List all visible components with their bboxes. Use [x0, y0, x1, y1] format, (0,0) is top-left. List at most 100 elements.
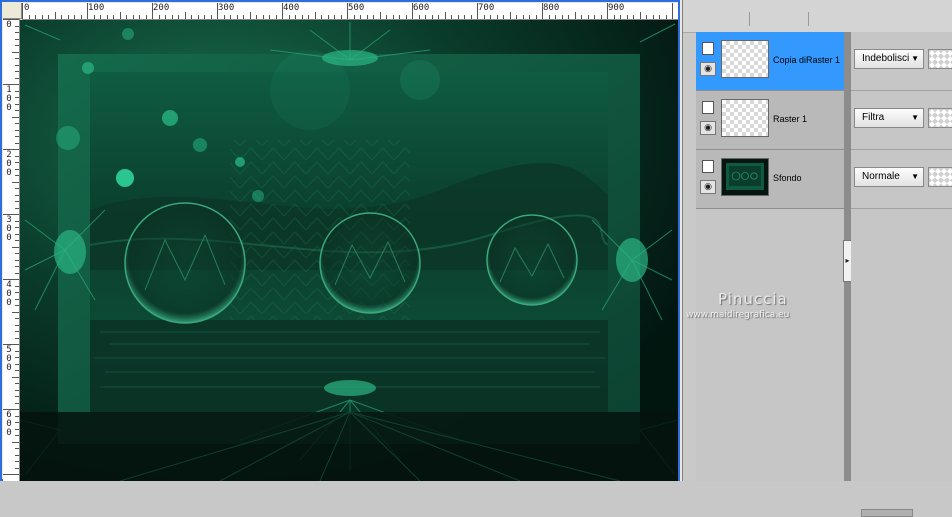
ruler-tick	[633, 15, 634, 19]
ruler-tick	[159, 15, 160, 19]
layer-controls: ◉	[699, 40, 717, 84]
ruler-label: 300	[218, 3, 235, 13]
ruler-tick	[399, 15, 400, 19]
ruler-tick	[568, 15, 569, 19]
ruler-tick	[3, 474, 19, 475]
ruler-tick	[15, 208, 19, 209]
layer-properties-row: Filtra ▼	[851, 91, 952, 150]
ruler-tick	[15, 357, 19, 358]
ruler-tick	[3, 19, 19, 20]
ruler-tick	[289, 15, 290, 19]
ruler-tick	[12, 52, 19, 53]
ruler-tick	[12, 182, 19, 183]
ruler-tick	[15, 318, 19, 319]
ruler-tick	[12, 117, 19, 118]
ruler-tick	[12, 247, 19, 248]
ruler-tick	[217, 3, 218, 19]
ruler-tick	[68, 15, 69, 19]
layer-row-sfondo[interactable]: ◉ Sfondo	[696, 150, 844, 209]
ruler-tick	[15, 169, 19, 170]
ruler-tick	[29, 15, 30, 19]
ruler-tick	[477, 3, 478, 19]
ruler-tick	[334, 15, 335, 19]
layer-row-raster-1[interactable]: ◉ Raster 1	[696, 91, 844, 150]
ruler-tick	[191, 15, 192, 19]
ruler-label: 5 0 0	[6, 345, 12, 373]
ruler-tick	[22, 3, 23, 19]
layer-row-copia-di-raster-1[interactable]: ◉ Copia diRaster 1	[696, 32, 844, 91]
ruler-tick	[94, 15, 95, 19]
ruler-tick	[15, 435, 19, 436]
ruler-tick	[536, 15, 537, 19]
ruler-tick	[198, 15, 199, 19]
ruler-tick	[393, 15, 394, 19]
ruler-tick	[15, 71, 19, 72]
ruler-tick	[15, 383, 19, 384]
image-window: 0 100 200 300 400 500 600 700 800 900 0 …	[0, 0, 683, 481]
eye-icon[interactable]: ◉	[700, 121, 716, 135]
ruler-tick	[126, 15, 127, 19]
ruler-tick	[594, 15, 595, 19]
ruler-tick	[15, 32, 19, 33]
ruler-tick	[458, 15, 459, 19]
ruler-tick	[302, 15, 303, 19]
ruler-tick	[373, 15, 374, 19]
ruler-tick	[432, 15, 433, 19]
ruler-tick	[607, 3, 608, 19]
ruler-tick	[15, 227, 19, 228]
ruler-tick	[15, 461, 19, 462]
layer-name[interactable]: Sfondo	[773, 173, 802, 183]
blend-mode-select[interactable]: Indebolisci ▼	[854, 49, 924, 69]
eye-icon[interactable]: ◉	[700, 62, 716, 76]
layer-thumbnail	[721, 99, 769, 137]
blend-mode-value: Normale	[862, 171, 900, 182]
ruler-tick	[503, 15, 504, 19]
ruler-tick	[12, 377, 19, 378]
ruler-tick	[15, 45, 19, 46]
blend-mode-select[interactable]: Normale ▼	[854, 167, 924, 187]
opacity-swatch[interactable]	[928, 108, 952, 128]
ruler-tick	[471, 15, 472, 19]
ruler-tick	[15, 286, 19, 287]
ruler-tick	[269, 15, 270, 19]
ruler-tick	[15, 351, 19, 352]
ruler-tick	[139, 15, 140, 19]
ruler-tick	[15, 97, 19, 98]
panel-bottom-tab[interactable]	[861, 509, 913, 517]
ruler-tick	[601, 15, 602, 19]
ruler-tick	[15, 416, 19, 417]
ruler-tick	[15, 78, 19, 79]
blend-mode-select[interactable]: Filtra ▼	[854, 108, 924, 128]
ruler-tick	[588, 15, 589, 19]
dropdown-arrow-icon: ▼	[911, 113, 919, 122]
ruler-tick	[15, 162, 19, 163]
ruler-tick	[627, 15, 628, 19]
watermark-url: www.maidiregrafica.eu	[686, 310, 790, 320]
ruler-tick	[15, 370, 19, 371]
ruler-tick	[672, 3, 673, 19]
ruler-tick	[542, 3, 543, 19]
ruler-tick	[438, 15, 439, 19]
layer-properties-column: Indebolisci ▼ Filtra ▼ Normale ▼	[851, 32, 952, 517]
ruler-tick	[250, 12, 251, 19]
ruler-tick	[523, 15, 524, 19]
ruler-tick	[15, 195, 19, 196]
image-canvas[interactable]	[20, 20, 678, 481]
ruler-tick	[35, 15, 36, 19]
ruler-tick	[555, 15, 556, 19]
ruler-tick	[15, 221, 19, 222]
ruler-tick	[15, 143, 19, 144]
ruler-tick	[15, 422, 19, 423]
layer-name[interactable]: Copia diRaster 1	[773, 55, 840, 65]
eye-icon[interactable]: ◉	[700, 180, 716, 194]
ruler-tick	[321, 15, 322, 19]
ruler-label: 900	[608, 3, 625, 13]
ruler-tick	[646, 15, 647, 19]
ruler-tick	[380, 12, 381, 19]
layer-name[interactable]: Raster 1	[773, 114, 807, 124]
opacity-swatch[interactable]	[928, 167, 952, 187]
ruler-tick	[15, 292, 19, 293]
ruler-tick	[100, 15, 101, 19]
ruler-tick	[15, 390, 19, 391]
opacity-swatch[interactable]	[928, 49, 952, 69]
